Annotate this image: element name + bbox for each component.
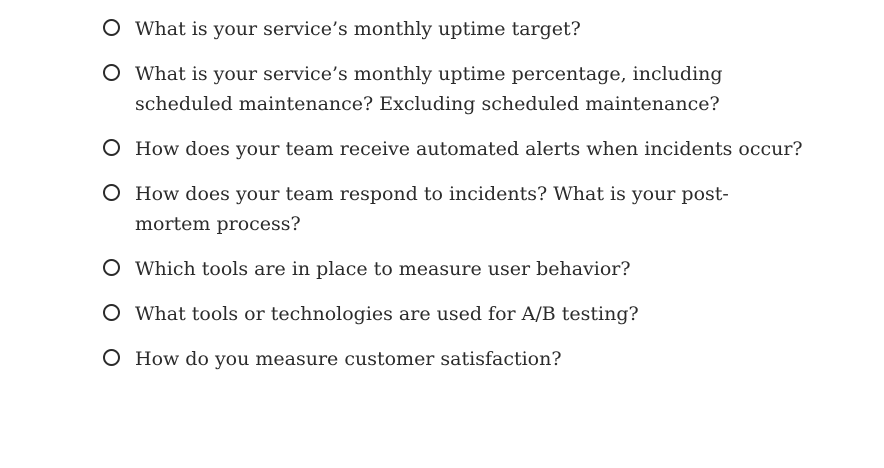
radio-button[interactable] <box>103 349 120 366</box>
checklist-item: What tools or technologies are used for … <box>103 299 803 329</box>
checklist-item-label: What is your service’s monthly uptime ta… <box>135 18 581 40</box>
checklist-item-label: How does your team receive automated ale… <box>135 138 803 160</box>
checklist-item: How do you measure customer satisfaction… <box>103 344 803 374</box>
checklist-item-label: What is your service’s monthly uptime pe… <box>135 63 723 115</box>
radio-button[interactable] <box>103 64 120 81</box>
radio-button[interactable] <box>103 304 120 321</box>
checklist-item: How does your team receive automated ale… <box>103 134 803 164</box>
checklist-item-label: What tools or technologies are used for … <box>135 303 639 325</box>
checklist-item: What is your service’s monthly uptime ta… <box>103 14 803 44</box>
checklist-item: How does your team respond to incidents?… <box>103 179 803 239</box>
question-checklist: What is your service’s monthly uptime ta… <box>103 14 803 389</box>
checklist-item-label: Which tools are in place to measure user… <box>135 258 631 280</box>
radio-button[interactable] <box>103 139 120 156</box>
radio-button[interactable] <box>103 184 120 201</box>
checklist-item: Which tools are in place to measure user… <box>103 254 803 284</box>
radio-button[interactable] <box>103 259 120 276</box>
checklist-item: What is your service’s monthly uptime pe… <box>103 59 803 119</box>
radio-button[interactable] <box>103 19 120 36</box>
checklist-item-label: How do you measure customer satisfaction… <box>135 348 562 370</box>
checklist-item-label: How does your team respond to incidents?… <box>135 183 729 235</box>
